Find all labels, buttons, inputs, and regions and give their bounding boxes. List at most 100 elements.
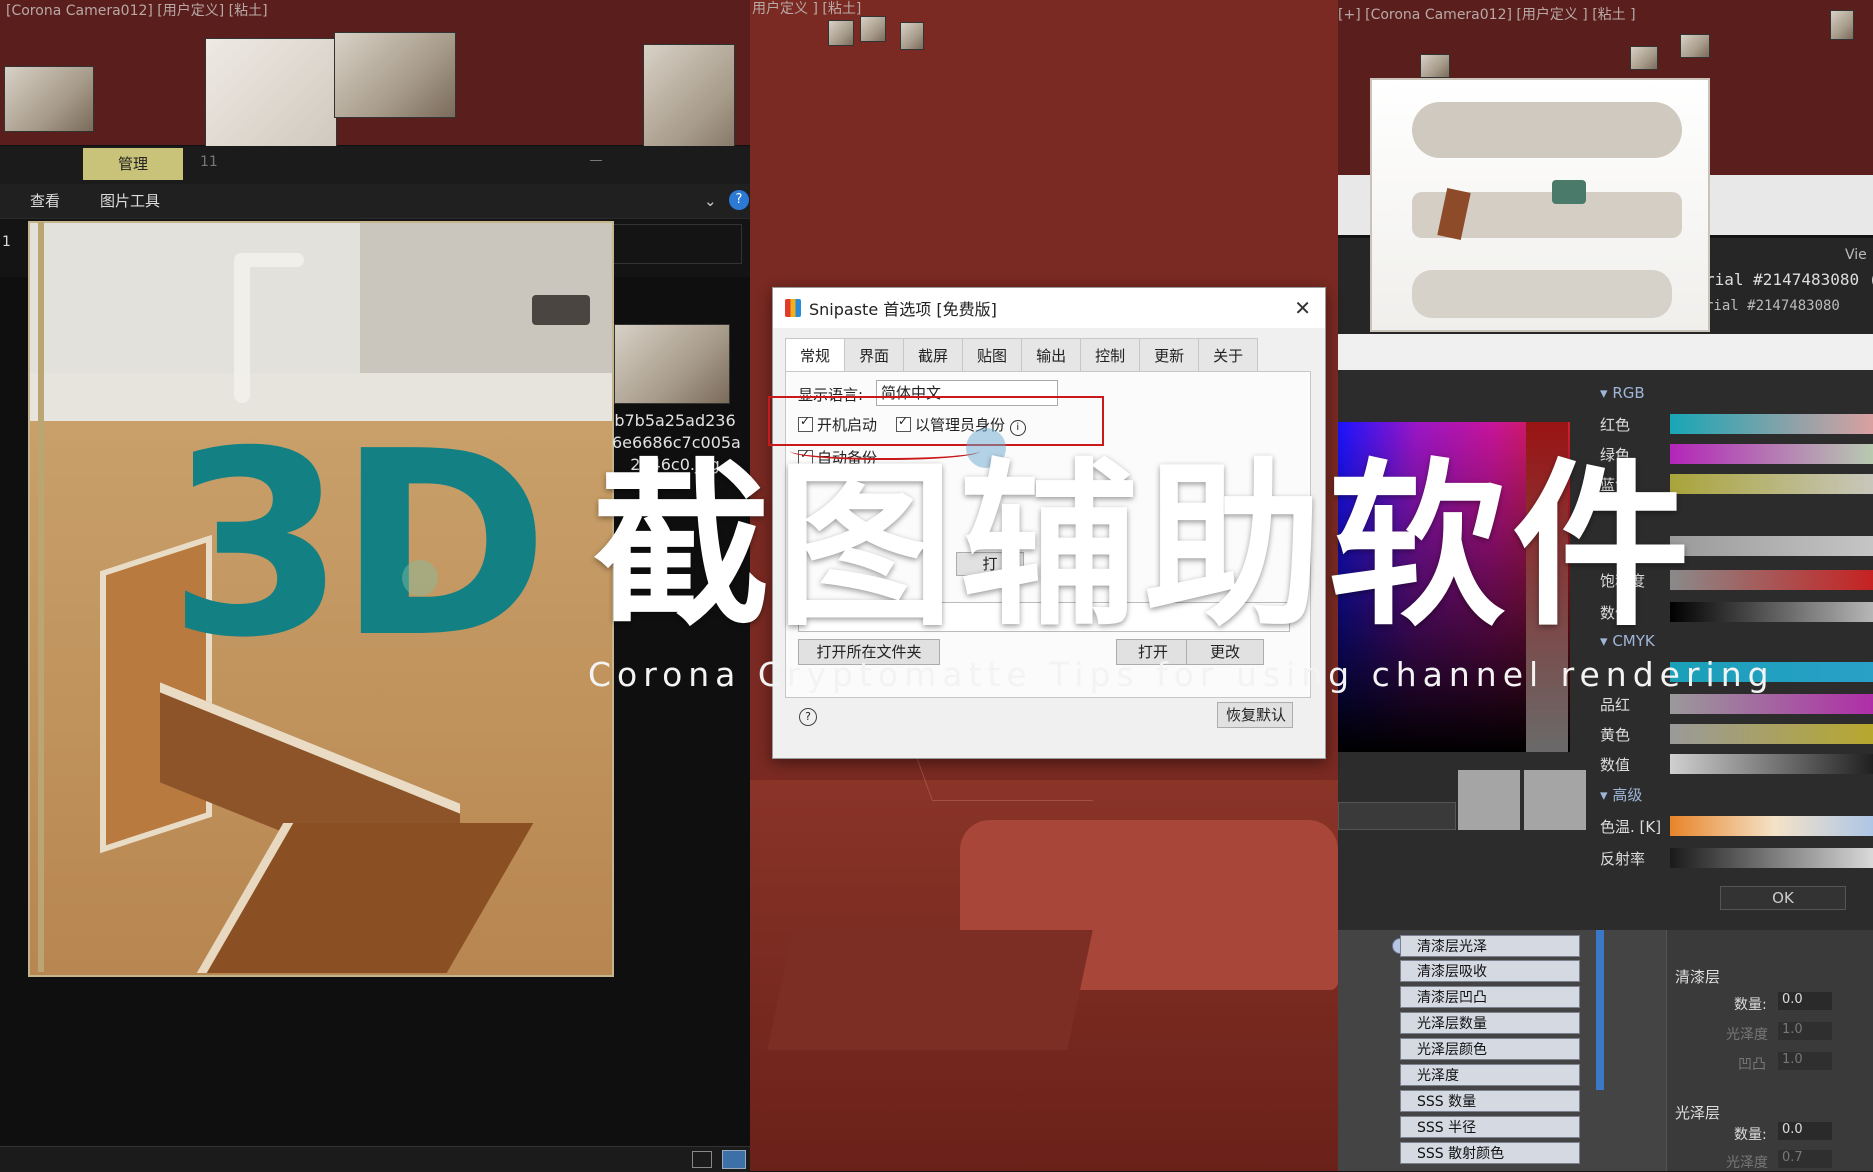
cursor-indicator [402,560,438,596]
clearcoat-gloss-label: 光泽度 [1726,1027,1768,1043]
advanced-header-label: 高级 [1612,786,1643,804]
magenta-label: 品红 [1600,696,1631,714]
right-thumb-4 [1680,34,1710,58]
red-slider[interactable] [1670,414,1873,434]
sofa-preview-image[interactable] [1370,78,1710,332]
faucet [234,253,250,403]
material-id-1: rial #2147483080 ( Co [1705,270,1873,289]
green-slider[interactable] [1670,444,1873,464]
hue-slider[interactable] [1670,536,1873,556]
yellow-slider[interactable] [1670,724,1873,744]
advanced-section-header[interactable]: ▾ 高级 [1600,784,1642,805]
material-id-2: rial #2147483080 [1705,298,1840,314]
temperature-slider[interactable] [1670,816,1873,836]
sheen-gloss-label: 光泽度 [1726,1155,1768,1171]
temperature-label: 色温. [K] [1600,818,1662,836]
clearcoat-gloss-spinner[interactable]: 1.0 [1778,1022,1832,1040]
file-name-line-1: b7b5a25ad236 [614,411,736,430]
restore-defaults-button[interactable]: 恢复默认 [1217,702,1293,728]
thumbnail-sofa[interactable] [205,38,337,158]
value-slider[interactable] [1670,602,1873,622]
page-number: 1 [2,234,11,250]
dialog-titlebar[interactable]: Snipaste 首选项 [免费版] [773,288,1325,328]
file-thumbnail[interactable] [614,324,730,404]
details-view-icon[interactable] [692,1151,712,1168]
yellow-label: 黄色 [1600,726,1631,744]
middle-viewport-header[interactable]: 用户定义 ] [粘土] [752,0,861,18]
view-tab[interactable]: Vie [1845,247,1867,263]
reflectance-slider[interactable] [1670,848,1873,868]
slot-sss-amount[interactable]: SSS 数量 [1400,1090,1580,1112]
title-3d: 3D [168,397,549,694]
help-circle-icon[interactable]: ? [799,708,817,726]
dialog-tabs: 常规 界面 截屏 贴图 输出 控制 更新 关于 [785,338,1259,372]
right-viewport-header[interactable]: [+] [Corona Camera012] [用户定义 ] [粘土 ] [1338,4,1636,24]
slot-clearcoat-absorption[interactable]: 清漆层吸收 [1400,960,1580,982]
slot-clearcoat-gloss[interactable]: 清漆层光泽 [1400,935,1580,957]
clearcoat-bump-spinner[interactable]: 1.0 [1778,1052,1832,1070]
title-cn: 截图辅助软件 [592,443,1696,650]
ribbon-view[interactable]: 查看 [30,190,60,211]
key-slider[interactable] [1670,754,1873,774]
rgb-section-header[interactable]: ▾ RGB [1600,384,1645,402]
ok-button[interactable]: OK [1720,886,1846,910]
thumbnail-living-room[interactable] [4,66,94,132]
slot-sheen-gloss[interactable]: 光泽度 [1400,1064,1580,1086]
color-mode-dropdown[interactable] [1338,802,1456,830]
right-thumb-2 [1420,54,1450,78]
blue-slider[interactable] [1670,474,1873,494]
snipaste-logo-icon [785,299,801,317]
status-bar [0,1146,750,1172]
right-thumb-3 [1630,46,1658,70]
tab-about[interactable]: 关于 [1198,338,1259,372]
color-swatch-old [1524,770,1586,830]
close-icon[interactable]: ✕ [1294,296,1311,320]
clearcoat-group-title: 清漆层 [1675,968,1721,986]
sheen-amount-spinner[interactable]: 0.0 [1778,1122,1832,1140]
slot-sss-radius[interactable]: SSS 半径 [1400,1116,1580,1138]
slot-sheen-amount[interactable]: 光泽层数量 [1400,1012,1580,1034]
sheen-amount-label: 数量: [1734,1127,1767,1143]
scene-table [767,930,1093,1050]
thumbnails-view-icon[interactable] [722,1150,746,1169]
tab-paste[interactable]: 贴图 [962,338,1023,372]
slot-sss-scatter-color[interactable]: SSS 散射颜色 [1400,1142,1580,1164]
tab-general[interactable]: 常规 [785,338,846,372]
tab-output[interactable]: 输出 [1021,338,1082,372]
ribbon-picture-tools[interactable]: 图片工具 [100,190,160,211]
tab-update[interactable]: 更新 [1139,338,1200,372]
sheen-group-title: 光泽层 [1675,1104,1721,1122]
red-label: 红色 [1600,416,1631,434]
chevron-down-icon[interactable]: ⌄ [704,192,717,210]
clearcoat-bump-label: 凹凸 [1738,1057,1766,1073]
clearcoat-amount-spinner[interactable]: 0.0 [1778,992,1832,1010]
right-thumb-1 [1830,10,1854,40]
thumbnail-interior[interactable] [334,32,456,118]
tab-control[interactable]: 控制 [1080,338,1141,372]
key-label: 数值 [1600,756,1631,774]
tab-number: 11 [200,154,218,170]
clearcoat-amount-label: 数量: [1734,997,1767,1013]
help-icon[interactable]: ? [729,190,749,210]
subtitle: Corona Cryptomatte Tips for using channe… [588,655,1775,694]
magenta-slider[interactable] [1670,694,1873,714]
wall-socket [532,295,590,325]
color-swatch-new [1458,770,1520,830]
floating-thumb-1 [828,20,854,46]
saturation-slider[interactable] [1670,570,1873,590]
minimize-icon[interactable] [590,160,602,161]
sheen-gloss-spinner[interactable]: 0.7 [1778,1150,1832,1168]
manage-tab[interactable]: 管理 [83,148,183,180]
dialog-title: Snipaste 首选项 [免费版] [809,300,997,319]
left-viewport-header[interactable]: [Corona Camera012] [用户定义] [粘土] [6,0,268,20]
slate-connector [1596,930,1604,1090]
slot-clearcoat-bump[interactable]: 清漆层凹凸 [1400,986,1580,1008]
tab-snip[interactable]: 截屏 [903,338,964,372]
reflectance-label: 反射率 [1600,850,1646,868]
floating-thumb-3 [900,22,924,50]
floating-thumb-2 [860,16,886,42]
slot-sheen-color[interactable]: 光泽层颜色 [1400,1038,1580,1060]
rgb-header-label: RGB [1612,384,1645,402]
tab-interface[interactable]: 界面 [844,338,905,372]
highlight-box [768,396,1104,446]
